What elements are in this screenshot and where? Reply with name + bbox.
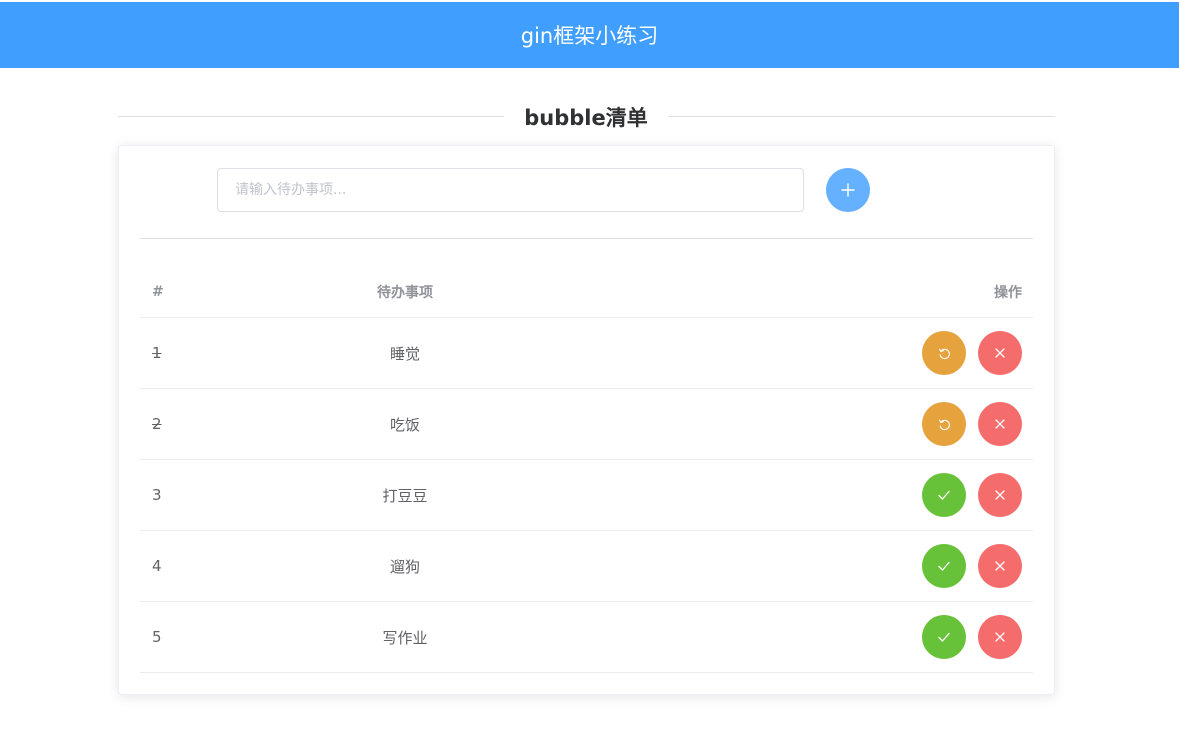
row-actions bbox=[902, 531, 1022, 601]
table-row: 1 睡觉 bbox=[140, 318, 1033, 389]
plus-icon bbox=[841, 183, 855, 197]
input-divider bbox=[140, 238, 1033, 239]
delete-button[interactable] bbox=[978, 615, 1022, 659]
page-title: bubble清单 bbox=[504, 100, 668, 134]
table-row: 4 遛狗 bbox=[140, 531, 1033, 602]
row-index-text: 3 bbox=[152, 486, 162, 504]
row-title: 写作业 bbox=[382, 628, 428, 647]
undo-icon bbox=[938, 419, 950, 430]
table-body: 1 睡觉 2 吃饭 3 打豆豆 4 遛狗 5 写作业 bbox=[140, 318, 1033, 673]
table-header: # 待办事项 操作 bbox=[140, 266, 1033, 318]
row-title: 吃饭 bbox=[389, 415, 420, 434]
header-title: 待办事项 bbox=[377, 284, 433, 301]
undo-icon bbox=[938, 348, 950, 359]
row-actions bbox=[902, 602, 1022, 672]
todo-input[interactable] bbox=[217, 168, 804, 212]
close-icon bbox=[995, 561, 1005, 571]
row-actions bbox=[902, 389, 1022, 459]
delete-button[interactable] bbox=[978, 402, 1022, 446]
header-index: # bbox=[152, 283, 164, 300]
add-todo-button[interactable] bbox=[826, 168, 870, 212]
row-index-text: 1 bbox=[152, 344, 162, 362]
title-divider-right bbox=[668, 116, 1055, 117]
title-divider-left bbox=[118, 116, 504, 117]
row-index: 1 bbox=[152, 318, 212, 388]
row-actions bbox=[902, 318, 1022, 388]
todo-card: # 待办事项 操作 1 睡觉 2 吃饭 3 打豆豆 4 遛狗 5 写作业 bbox=[118, 145, 1055, 695]
close-icon bbox=[995, 348, 1005, 358]
close-icon bbox=[995, 632, 1005, 642]
row-actions bbox=[902, 460, 1022, 530]
header-ops: 操作 bbox=[994, 284, 1022, 301]
table-row: 2 吃饭 bbox=[140, 389, 1033, 460]
close-icon bbox=[995, 419, 1005, 429]
row-index: 5 bbox=[152, 602, 212, 672]
app-header: gin框架小练习 bbox=[0, 2, 1179, 68]
row-title: 睡觉 bbox=[389, 344, 420, 363]
check-icon bbox=[938, 561, 950, 571]
row-index-text: 4 bbox=[152, 557, 162, 575]
delete-button[interactable] bbox=[978, 473, 1022, 517]
todo-table: # 待办事项 操作 1 睡觉 2 吃饭 3 打豆豆 4 遛狗 5 写作业 bbox=[140, 266, 1033, 673]
check-icon bbox=[938, 632, 950, 642]
row-title: 遛狗 bbox=[389, 557, 420, 576]
row-title: 打豆豆 bbox=[382, 486, 428, 505]
undo-button[interactable] bbox=[922, 331, 966, 375]
complete-button[interactable] bbox=[922, 615, 966, 659]
row-index: 3 bbox=[152, 460, 212, 530]
close-icon bbox=[995, 490, 1005, 500]
row-index: 2 bbox=[152, 389, 212, 459]
row-index-text: 5 bbox=[152, 628, 162, 646]
delete-button[interactable] bbox=[978, 544, 1022, 588]
complete-button[interactable] bbox=[922, 473, 966, 517]
table-row: 3 打豆豆 bbox=[140, 460, 1033, 531]
complete-button[interactable] bbox=[922, 544, 966, 588]
delete-button[interactable] bbox=[978, 331, 1022, 375]
row-index-text: 2 bbox=[152, 415, 162, 433]
table-row: 5 写作业 bbox=[140, 602, 1033, 673]
check-icon bbox=[938, 490, 950, 500]
row-index: 4 bbox=[152, 531, 212, 601]
undo-button[interactable] bbox=[922, 402, 966, 446]
app-title: gin框架小练习 bbox=[520, 24, 659, 48]
